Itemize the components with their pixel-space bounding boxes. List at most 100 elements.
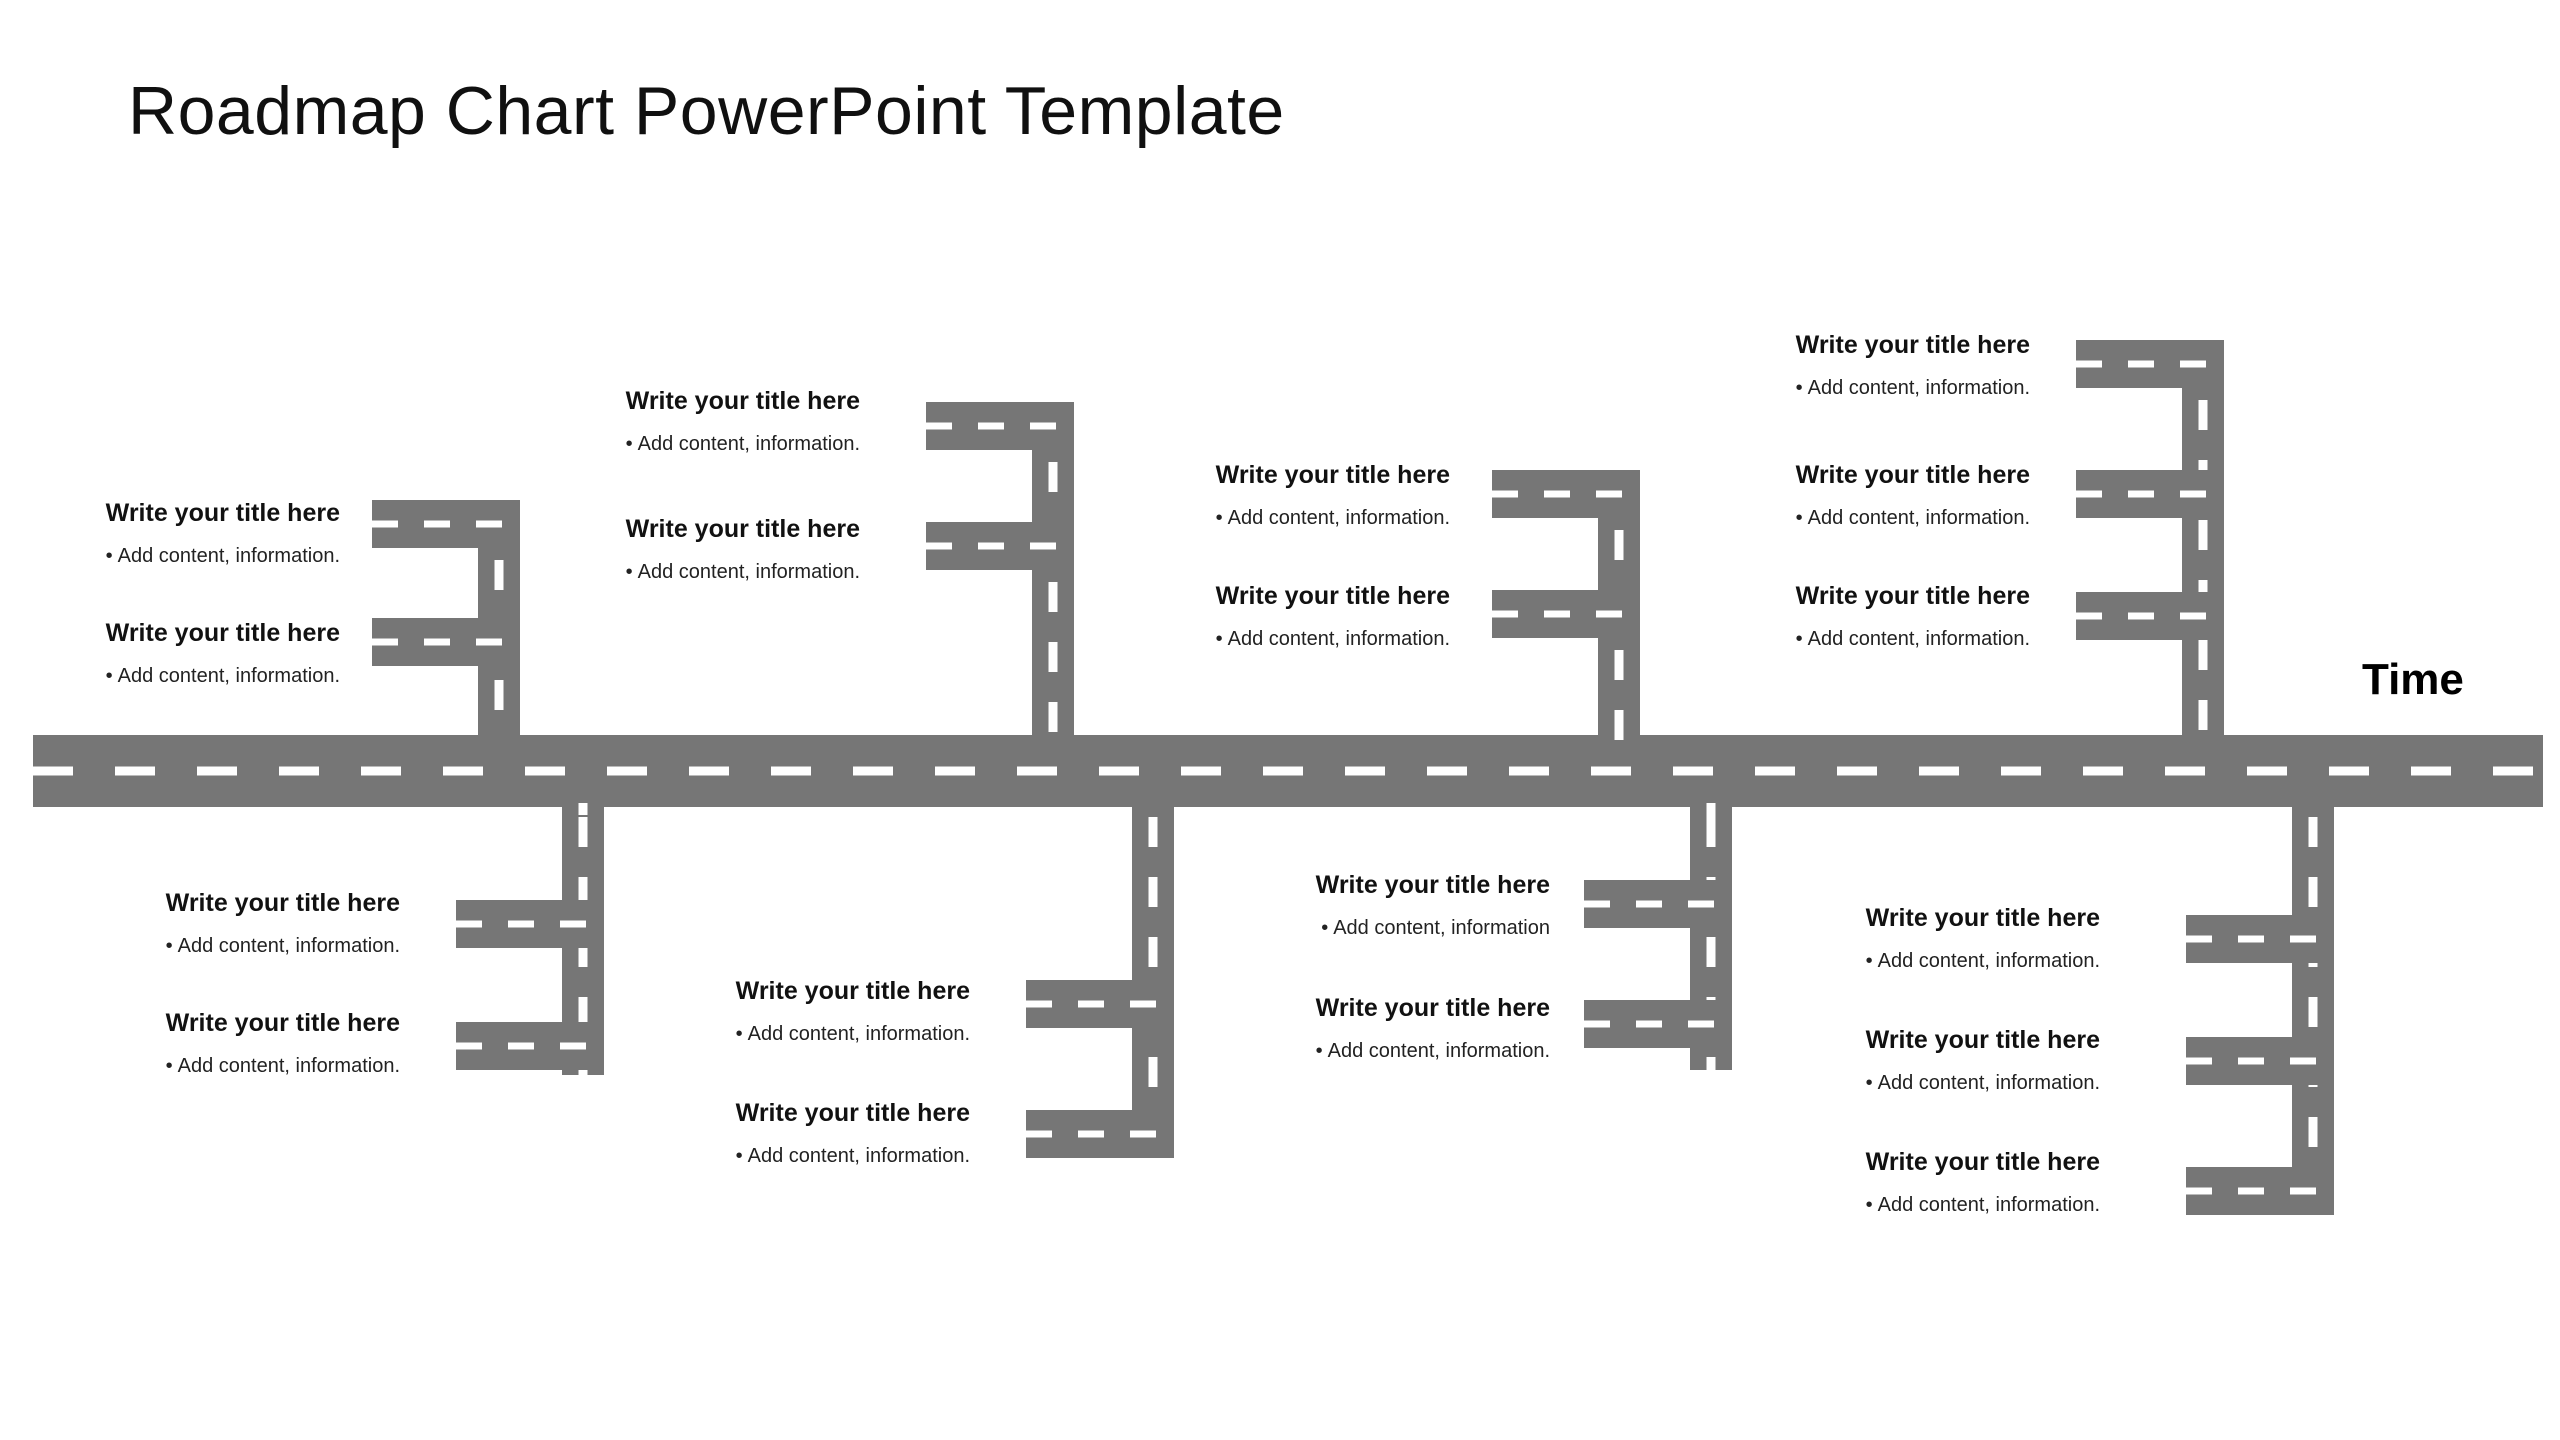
- bullet-icon: •: [735, 1144, 743, 1167]
- milestone-bullet: Add content, information.: [1877, 1193, 2100, 1216]
- milestone-bullet: Add content, information.: [1877, 1071, 2100, 1094]
- branch-stub-8a: [2186, 915, 2334, 963]
- branch-stub-1a: [372, 500, 520, 548]
- milestone-bullet-row: • Add content, information.: [1760, 1193, 2100, 1217]
- stub-dashes-5b: [456, 1042, 604, 1050]
- milestone-title: Write your title here: [1215, 582, 1450, 610]
- milestone-title: Write your title here: [1215, 461, 1450, 489]
- stub-dashes-7b: [1584, 1020, 1732, 1028]
- bullet-icon: •: [105, 664, 113, 687]
- branch-stub-8c: [2186, 1167, 2334, 1215]
- milestone-bullet-row: • Add content, information.: [1760, 949, 2100, 973]
- bullet-icon: •: [1865, 1193, 1873, 1216]
- branch-stub-6b: [1026, 1110, 1174, 1158]
- branch-stub-4b: [2076, 470, 2224, 518]
- milestone-bullet-row: • Add content, information.: [520, 560, 860, 584]
- bullet-icon: •: [1315, 1039, 1323, 1062]
- stub-dashes-4b: [2076, 490, 2224, 498]
- bullet-icon: •: [1795, 627, 1803, 650]
- stub-dashes-2b: [926, 542, 1074, 550]
- milestone-text-6a: Write your title here • Add content, inf…: [630, 977, 970, 1046]
- milestone-bullet: Add content, information.: [117, 664, 340, 687]
- stub-dashes-8a: [2186, 935, 2334, 943]
- branch-stub-6a: [1026, 980, 1174, 1028]
- milestone-text-2b: Write your title here • Add content, inf…: [520, 515, 860, 584]
- branch-stub-2a: [926, 402, 1074, 450]
- stub-dashes-2a: [926, 422, 1074, 430]
- branch-dashes-2: [1048, 402, 1058, 740]
- milestone-title: Write your title here: [1865, 1026, 2100, 1054]
- bullet-icon: •: [1865, 949, 1873, 972]
- stub-dashes-1a: [372, 520, 520, 528]
- branch-stub-7a: [1584, 880, 1732, 928]
- stub-dashes-8b: [2186, 1057, 2334, 1065]
- milestone-title: Write your title here: [1795, 582, 2030, 610]
- bullet-icon: •: [1321, 916, 1329, 939]
- milestone-title: Write your title here: [1865, 904, 2100, 932]
- milestone-title: Write your title here: [1795, 461, 2030, 489]
- milestone-text-4a: Write your title here • Add content, inf…: [1690, 331, 2030, 400]
- branch-stub-4a: [2076, 340, 2224, 388]
- milestone-text-5b: Write your title here • Add content, inf…: [60, 1009, 400, 1078]
- milestone-bullet: Add content, information.: [1877, 949, 2100, 972]
- milestone-title: Write your title here: [105, 619, 340, 647]
- stub-dashes-3b: [1492, 610, 1640, 618]
- stub-dashes-1b: [372, 638, 520, 646]
- milestone-bullet: Add content, information.: [117, 544, 340, 567]
- stub-dashes-3a: [1492, 490, 1640, 498]
- milestone-title: Write your title here: [165, 889, 400, 917]
- milestone-bullet-row: • Add content, information.: [60, 934, 400, 958]
- milestone-bullet: Add content, information.: [637, 560, 860, 583]
- milestone-title: Write your title here: [625, 515, 860, 543]
- milestone-title: Write your title here: [1865, 1148, 2100, 1176]
- milestone-text-8c: Write your title here • Add content, inf…: [1760, 1148, 2100, 1217]
- bullet-icon: •: [1215, 506, 1223, 529]
- bullet-icon: •: [105, 544, 113, 567]
- branch-stem-2: [1032, 402, 1074, 740]
- milestone-text-7b: Write your title here • Add content, inf…: [1210, 994, 1550, 1063]
- milestone-bullet: Add content, information.: [747, 1144, 970, 1167]
- bullet-icon: •: [625, 432, 633, 455]
- milestone-title: Write your title here: [735, 977, 970, 1005]
- bullet-icon: •: [1215, 627, 1223, 650]
- branch-stub-3a: [1492, 470, 1640, 518]
- milestone-bullet: Add content, information.: [1327, 1039, 1550, 1062]
- stub-dashes-8c: [2186, 1187, 2334, 1195]
- milestone-bullet-row: • Add content, information.: [0, 664, 340, 688]
- milestone-text-6b: Write your title here • Add content, inf…: [630, 1099, 970, 1168]
- milestone-title: Write your title here: [105, 499, 340, 527]
- branch-stub-2b: [926, 522, 1074, 570]
- time-axis-label: Time: [2362, 655, 2464, 704]
- stub-dashes-4c: [2076, 612, 2224, 620]
- stub-dashes-6b: [1026, 1130, 1174, 1138]
- branch-stem-8: [2292, 803, 2334, 1215]
- milestone-bullet: Add content, information: [1333, 916, 1550, 939]
- milestone-bullet-row: • Add content, information.: [1210, 1039, 1550, 1063]
- milestone-bullet: Add content, information.: [1807, 376, 2030, 399]
- milestone-bullet-row: • Add content, information.: [630, 1144, 970, 1168]
- bullet-icon: •: [1795, 376, 1803, 399]
- bullet-icon: •: [625, 560, 633, 583]
- bullet-icon: •: [1865, 1071, 1873, 1094]
- stub-dashes-4a: [2076, 360, 2224, 368]
- branch-stub-3b: [1492, 590, 1640, 638]
- branch-dashes-8: [2308, 803, 2318, 1215]
- milestone-text-4b: Write your title here • Add content, inf…: [1690, 461, 2030, 530]
- milestone-text-8b: Write your title here • Add content, inf…: [1760, 1026, 2100, 1095]
- milestone-title: Write your title here: [165, 1009, 400, 1037]
- milestone-text-3a: Write your title here • Add content, inf…: [1110, 461, 1450, 530]
- milestone-bullet: Add content, information.: [1807, 506, 2030, 529]
- milestone-bullet: Add content, information.: [747, 1022, 970, 1045]
- milestone-text-1b: Write your title here • Add content, inf…: [0, 619, 340, 688]
- branch-stub-5a: [456, 900, 604, 948]
- branch-stub-7b: [1584, 1000, 1732, 1048]
- milestone-title: Write your title here: [1315, 994, 1550, 1022]
- stub-dashes-6a: [1026, 1000, 1174, 1008]
- milestone-bullet-row: • Add content, information.: [520, 432, 860, 456]
- stub-dashes-7a: [1584, 900, 1732, 908]
- milestone-title: Write your title here: [1795, 331, 2030, 359]
- milestone-text-5a: Write your title here • Add content, inf…: [60, 889, 400, 958]
- milestone-bullet-row: • Add content, information.: [60, 1054, 400, 1078]
- milestone-text-1a: Write your title here • Add content, inf…: [0, 499, 340, 568]
- milestone-text-2a: Write your title here • Add content, inf…: [520, 387, 860, 456]
